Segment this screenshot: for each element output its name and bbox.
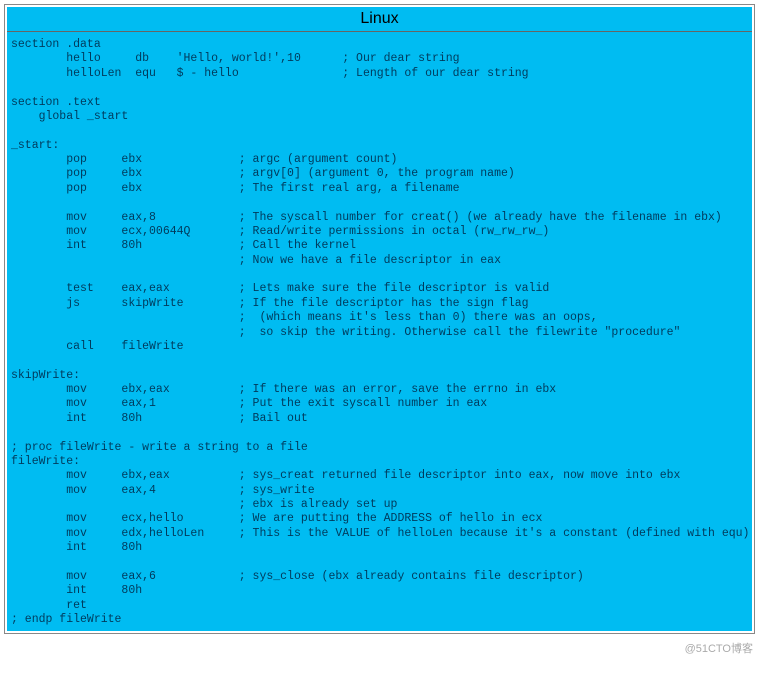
frame: Linux section .data hello db 'Hello, wor… [4,4,755,634]
code-header: Linux [7,7,752,32]
header-title: Linux [360,10,398,27]
watermark: @51CTO博客 [0,638,759,658]
code-block: section .data hello db 'Hello, world!',1… [7,32,752,631]
